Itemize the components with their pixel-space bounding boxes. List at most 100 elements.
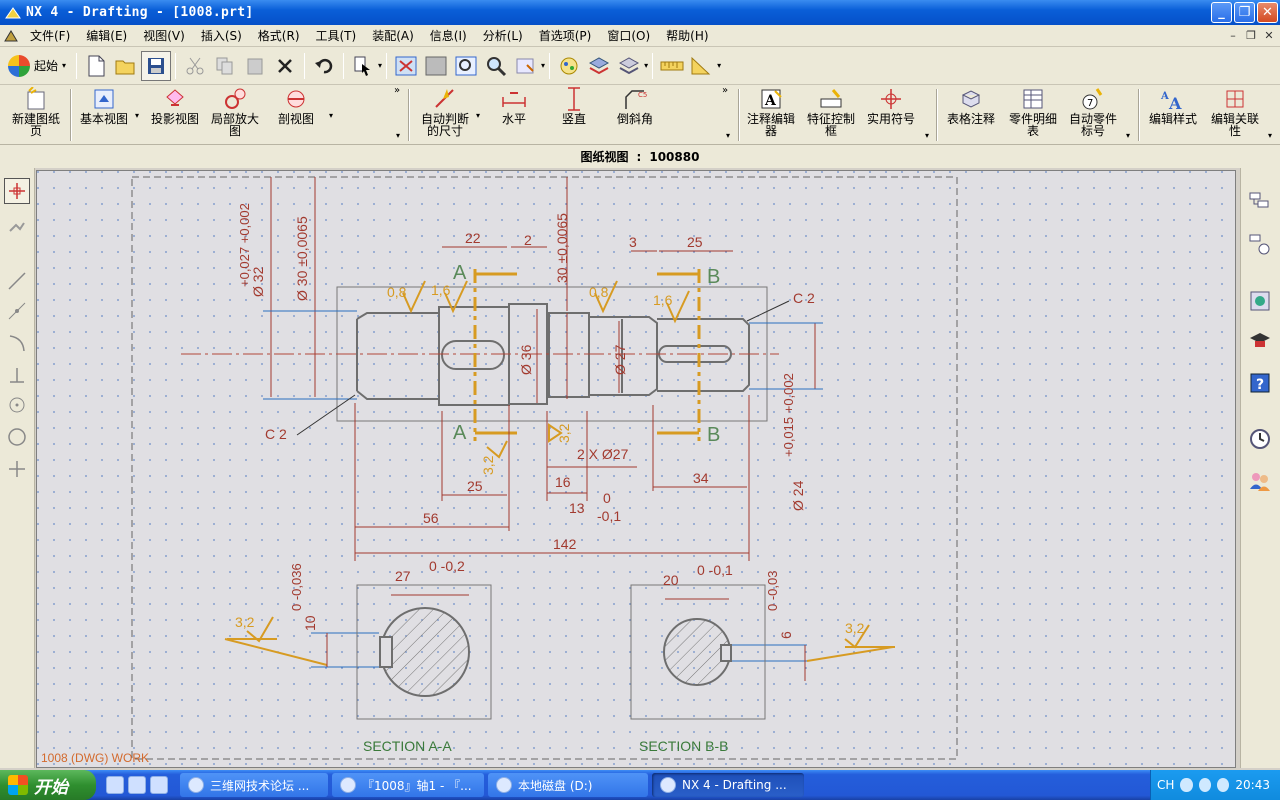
section-view-button[interactable]: 剖视图	[268, 87, 324, 143]
delete-icon[interactable]	[270, 51, 300, 81]
start-button[interactable]: 开始	[0, 770, 96, 800]
sa-dim-10: 10	[302, 615, 318, 631]
ra-1-6-right: 1,6	[653, 292, 673, 308]
circle-icon[interactable]	[4, 424, 30, 450]
menu-analysis[interactable]: 分析(L)	[475, 27, 531, 44]
task-nx-drafting[interactable]: NX 4 - Drafting ...	[652, 773, 804, 797]
doc-restore-button[interactable]: ❐	[1244, 28, 1258, 42]
roles-icon[interactable]	[1245, 466, 1275, 496]
volume-icon[interactable]	[1217, 778, 1230, 792]
nx-app-icon[interactable]	[4, 5, 22, 21]
open-icon[interactable]	[111, 51, 141, 81]
projected-view-button[interactable]: 投影视图	[146, 87, 204, 143]
chamfer-dim-icon: C5	[622, 87, 648, 111]
ra-0-8-right: 0,8	[589, 284, 609, 300]
menu-window[interactable]: 窗口(O)	[599, 27, 658, 44]
paste-icon[interactable]	[240, 51, 270, 81]
point-icon[interactable]	[4, 392, 30, 418]
cut-icon[interactable]	[180, 51, 210, 81]
assembly-navigator-icon[interactable]	[1245, 230, 1275, 260]
language-indicator[interactable]: CH	[1157, 778, 1174, 792]
menu-file[interactable]: 文件(F)	[22, 27, 78, 44]
utility-symbol-icon	[878, 87, 904, 111]
feature-control-frame-button[interactable]: 特征控制 框	[804, 87, 858, 143]
show-desktop-icon[interactable]	[106, 776, 124, 794]
menu-format[interactable]: 格式(R)	[250, 27, 308, 44]
doc-close-button[interactable]: ✕	[1262, 28, 1276, 42]
fit-icon[interactable]	[391, 51, 421, 81]
web-browser-icon[interactable]	[1245, 286, 1275, 316]
rotate-icon[interactable]	[554, 51, 584, 81]
training-icon[interactable]	[1245, 326, 1275, 356]
save-icon[interactable]	[141, 50, 172, 81]
disk-icon	[496, 777, 512, 793]
ie-icon[interactable]	[128, 776, 146, 794]
line-ext-icon[interactable]	[4, 298, 30, 324]
doc-minimize-button[interactable]: –	[1226, 28, 1240, 42]
chamfer-dim-button[interactable]: C5 倒斜角	[608, 87, 662, 143]
tabular-note-button[interactable]: 表格注释	[942, 87, 1000, 143]
edit-style-button[interactable]: AA 编辑样式	[1146, 87, 1200, 143]
detail-view-button[interactable]: 局部放大 图	[206, 87, 264, 143]
close-button[interactable]: ✕	[1257, 2, 1278, 23]
maximize-button[interactable]: ❐	[1234, 2, 1255, 23]
media-icon[interactable]	[150, 776, 168, 794]
perpendicular-icon[interactable]	[4, 362, 30, 388]
zoom-in-icon[interactable]	[481, 51, 511, 81]
document-icon[interactable]	[0, 27, 22, 45]
measure-icon[interactable]	[657, 51, 687, 81]
svg-text:A: A	[1168, 94, 1182, 111]
utility-symbol-button[interactable]: 实用符号	[862, 87, 920, 143]
snap-icon[interactable]	[4, 216, 30, 242]
select-icon[interactable]	[348, 51, 378, 81]
task-forum[interactable]: 三维网技术论坛 ...	[180, 773, 328, 797]
dim-13: 13	[569, 500, 585, 516]
line-icon[interactable]	[4, 268, 30, 294]
task-document[interactable]: 『1008』轴1 - 『...	[332, 773, 484, 797]
tray-expand-icon[interactable]	[1180, 778, 1193, 792]
angle-icon[interactable]	[687, 51, 717, 81]
minimize-button[interactable]: _	[1211, 2, 1232, 23]
zoom-icon[interactable]	[451, 51, 481, 81]
menu-edit[interactable]: 编辑(E)	[78, 27, 135, 44]
menu-help[interactable]: 帮助(H)	[658, 27, 716, 44]
part-navigator-icon[interactable]	[1245, 188, 1275, 218]
auto-balloon-button[interactable]: 7 自动零件 标号	[1064, 87, 1122, 143]
section-mark-b-top: B	[707, 266, 720, 288]
overflow-chevron-icon-2[interactable]: »	[722, 85, 728, 96]
start-menu-button[interactable]: 起始 ▾	[4, 51, 72, 81]
crosshair-icon[interactable]	[4, 456, 30, 482]
section-mark-a-top: A	[453, 262, 467, 284]
refresh-icon[interactable]	[421, 51, 451, 81]
menu-view[interactable]: 视图(V)	[135, 27, 193, 44]
undo-icon[interactable]	[309, 51, 339, 81]
svg-text:?: ?	[1256, 377, 1264, 393]
edit-association-button[interactable]: 编辑关联 性	[1208, 87, 1262, 143]
horizontal-dim-button[interactable]: 水平	[490, 87, 538, 143]
help-icon[interactable]: ?	[1245, 368, 1275, 398]
vertical-dim-button[interactable]: 竖直	[550, 87, 598, 143]
ie-icon	[340, 777, 356, 793]
copy-icon[interactable]	[210, 51, 240, 81]
base-view-button[interactable]: 基本视图	[74, 87, 134, 143]
menu-assembly[interactable]: 装配(A)	[364, 27, 422, 44]
display-icon[interactable]	[614, 51, 644, 81]
arc-icon[interactable]	[4, 330, 30, 356]
parts-list-button[interactable]: 零件明细 表	[1004, 87, 1062, 143]
select-mode-icon[interactable]	[4, 178, 30, 204]
menu-tools[interactable]: 工具(T)	[308, 27, 365, 44]
menu-insert[interactable]: 插入(S)	[193, 27, 250, 44]
drawing-canvas[interactable]: A A B B 22 2 3 25 25 16 13 0 -0,1 56 142…	[36, 170, 1236, 768]
pan-icon[interactable]	[511, 51, 541, 81]
new-sheet-button[interactable]: 新建图纸 页	[6, 87, 66, 143]
auto-dim-button[interactable]: 自动判断 的尺寸	[416, 87, 474, 143]
history-icon[interactable]	[1245, 424, 1275, 454]
menu-info[interactable]: 信息(I)	[422, 27, 475, 44]
task-local-disk[interactable]: 本地磁盘 (D:)	[488, 773, 648, 797]
layer-icon[interactable]	[584, 51, 614, 81]
network-icon[interactable]	[1198, 778, 1212, 792]
menu-preferences[interactable]: 首选项(P)	[531, 27, 600, 44]
overflow-chevron-icon[interactable]: »	[394, 85, 400, 96]
annotation-editor-button[interactable]: A 注释编辑 器	[744, 87, 798, 143]
new-icon[interactable]	[81, 51, 111, 81]
